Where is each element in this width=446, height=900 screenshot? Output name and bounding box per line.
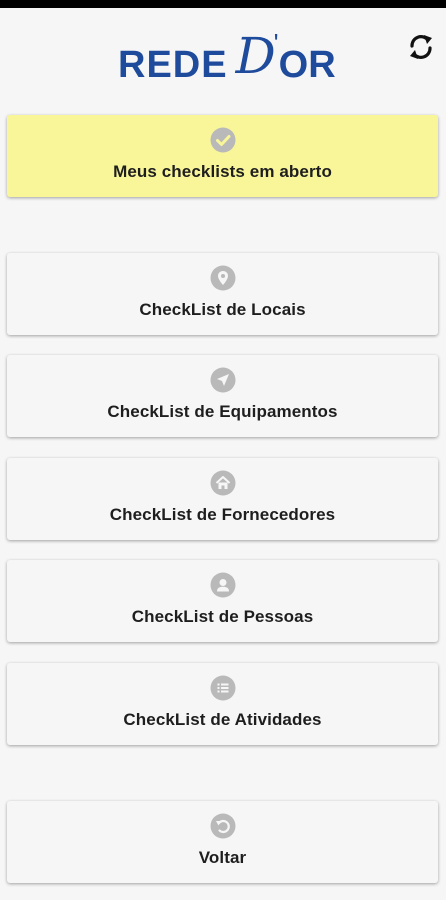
location-arrow-icon xyxy=(210,367,236,393)
checklist-fornecedores-button[interactable]: CheckList de Fornecedores xyxy=(7,458,438,540)
open-checklists-label: Meus checklists em aberto xyxy=(113,162,332,181)
app-header: REDE D ' OR xyxy=(0,8,446,98)
refresh-button[interactable] xyxy=(404,30,438,64)
status-bar xyxy=(0,0,446,8)
sync-icon xyxy=(410,35,432,59)
rede-dor-logo: REDE D ' OR xyxy=(118,27,336,86)
checklist-pessoas-button[interactable]: CheckList de Pessoas xyxy=(7,560,438,642)
back-label: Voltar xyxy=(198,848,247,867)
user-icon xyxy=(210,572,236,598)
home-icon xyxy=(210,470,236,496)
checklist-locais-label: CheckList de Locais xyxy=(139,300,306,319)
checklist-atividades-button[interactable]: CheckList de Atividades xyxy=(7,663,438,745)
open-checklists-button[interactable]: Meus checklists em aberto xyxy=(7,115,438,197)
back-button[interactable]: Voltar xyxy=(7,801,438,883)
checklist-locais-button[interactable]: CheckList de Locais xyxy=(7,253,438,335)
map-marker-icon xyxy=(210,265,236,291)
list-icon xyxy=(210,675,236,701)
checklist-equipamentos-label: CheckList de Equipamentos xyxy=(107,402,338,421)
checklist-atividades-label: CheckList de Atividades xyxy=(123,710,322,729)
checklist-pessoas-label: CheckList de Pessoas xyxy=(131,607,314,626)
check-circle-icon xyxy=(210,127,236,153)
checklist-equipamentos-button[interactable]: CheckList de Equipamentos xyxy=(7,355,438,437)
checklist-fornecedores-label: CheckList de Fornecedores xyxy=(109,505,336,524)
undo-icon xyxy=(210,813,236,839)
